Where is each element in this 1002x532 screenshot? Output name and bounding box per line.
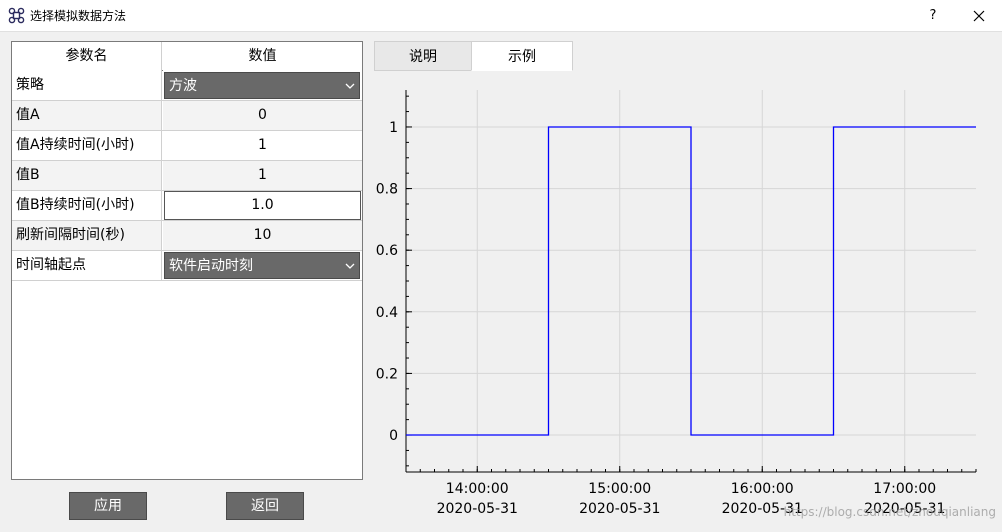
x-tick-label-date: 2020-05-31 xyxy=(579,501,660,517)
row-label: 时间轴起点 xyxy=(12,251,162,280)
tab-description[interactable]: 说明 xyxy=(374,41,472,71)
value-b-duration-editor[interactable]: 1.0 xyxy=(164,191,361,220)
x-tick-label-date: 2020-05-31 xyxy=(437,501,518,517)
table-row-time-axis-start: 时间轴起点 软件启动时刻 xyxy=(12,251,362,281)
value-b-cell[interactable]: 1 xyxy=(163,161,362,190)
table-row-value-a-duration: 值A持续时间(小时) 1 xyxy=(12,131,362,161)
square-wave-chart: 0 0.2 0.4 0.6 0.8 1 14:00:00 2020-05-31 15:00:00… xyxy=(376,90,977,517)
x-tick-label-time: 14:00:00 xyxy=(446,481,509,497)
x-tick-label-time: 16:00:00 xyxy=(731,481,794,497)
app-logo-icon xyxy=(8,7,25,24)
row-label: 刷新间隔时间(秒) xyxy=(12,221,162,250)
row-label: 策略 xyxy=(12,71,162,100)
x-tick-label-time: 17:00:00 xyxy=(873,481,936,497)
parameter-table: 参数名 数值 策略 方波 值A 0 值A持续时间(小时) 1 值B 1 值B持续… xyxy=(11,41,363,480)
back-button[interactable]: 返回 xyxy=(226,492,304,520)
y-tick-label: 0.2 xyxy=(376,366,398,382)
row-label: 值B持续时间(小时) xyxy=(12,191,162,220)
y-tick-label: 0.6 xyxy=(376,243,398,259)
help-button[interactable]: ? xyxy=(916,2,950,30)
refresh-interval-cell[interactable]: 10 xyxy=(163,221,362,250)
row-label: 值A xyxy=(12,101,162,130)
strategy-select-value: 方波 xyxy=(169,78,197,94)
tab-example[interactable]: 示例 xyxy=(471,41,573,71)
chevron-down-icon xyxy=(345,83,355,89)
table-row-value-b: 值B 1 xyxy=(12,161,362,191)
window-title: 选择模拟数据方法 xyxy=(30,9,127,23)
table-row-value-a: 值A 0 xyxy=(12,101,362,131)
row-label: 值B xyxy=(12,161,162,190)
table-row-strategy: 策略 方波 xyxy=(12,71,362,101)
apply-button[interactable]: 应用 xyxy=(69,492,147,520)
table-row-refresh-interval: 刷新间隔时间(秒) 10 xyxy=(12,221,362,251)
header-param-value: 数值 xyxy=(163,42,362,71)
table-header-row: 参数名 数值 xyxy=(12,42,362,71)
y-tick-label: 1 xyxy=(389,120,398,136)
y-tick-label: 0.8 xyxy=(376,182,398,198)
x-tick-label-time: 15:00:00 xyxy=(588,481,651,497)
y-tick-label: 0 xyxy=(389,428,398,444)
time-axis-start-select[interactable]: 软件启动时刻 xyxy=(164,252,360,279)
value-a-cell[interactable]: 0 xyxy=(163,101,362,130)
time-axis-start-select-value: 软件启动时刻 xyxy=(169,258,253,274)
y-tick-label: 0.4 xyxy=(376,305,398,321)
header-param-name: 参数名 xyxy=(12,42,162,71)
table-row-value-b-duration: 值B持续时间(小时) 1.0 xyxy=(12,191,362,221)
close-button[interactable] xyxy=(962,2,996,30)
title-bar: 选择模拟数据方法 ? xyxy=(0,0,1002,32)
strategy-select[interactable]: 方波 xyxy=(164,72,360,99)
row-label: 值A持续时间(小时) xyxy=(12,131,162,160)
watermark: https://blog.csdn.net/zhouqianliang xyxy=(783,505,996,519)
close-icon xyxy=(973,10,985,22)
value-a-duration-cell[interactable]: 1 xyxy=(163,131,362,160)
chevron-down-icon xyxy=(345,263,355,269)
